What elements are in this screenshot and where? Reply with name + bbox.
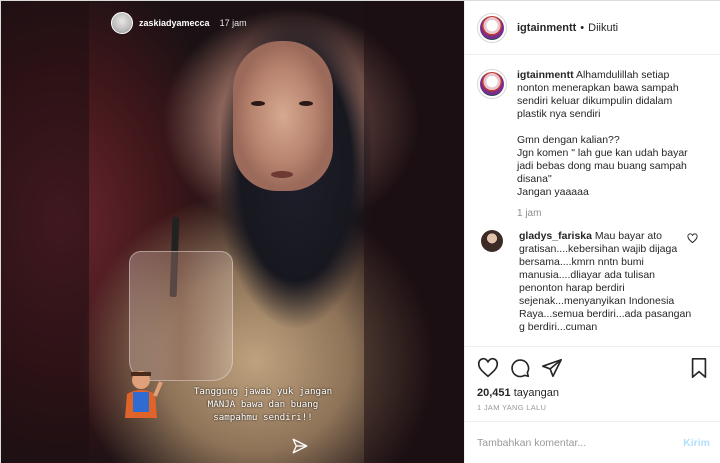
add-comment-bar: Kirim	[465, 421, 720, 463]
share-icon[interactable]	[541, 357, 563, 379]
caption-username[interactable]: igtainmentt	[517, 69, 574, 81]
post-details-panel: igtainmentt • Diikuti igtainmentt Alhamd…	[464, 1, 720, 463]
person-face	[233, 41, 333, 191]
comment-icon[interactable]	[509, 357, 531, 379]
follow-status[interactable]: Diikuti	[588, 22, 618, 34]
action-bar: 20,451 tayangan	[465, 346, 720, 406]
commenter-avatar[interactable]	[481, 230, 503, 252]
comment-input[interactable]	[477, 437, 684, 449]
heart-icon[interactable]	[477, 357, 499, 379]
views-number: 20,451	[477, 387, 511, 399]
comment-text: Mau bayar ato gratisan....kebersihan waj…	[519, 230, 692, 333]
cartoon-sticker-icon	[125, 371, 163, 418]
comment-username[interactable]: gladys_fariska	[519, 230, 592, 242]
list-item: gladys_fariska Mau bayar ato gratisan...…	[477, 230, 710, 334]
post-comment-button[interactable]: Kirim	[683, 437, 710, 449]
avatar[interactable]	[477, 12, 507, 43]
story-caption: Tanggung jawab yuk jangan MANJA bawa dan…	[193, 386, 333, 423]
caption-time[interactable]: 1 jam	[517, 207, 693, 220]
story-avatar[interactable]	[111, 12, 133, 34]
caption-comment: igtainmentt Alhamdulillah setiap nonton …	[477, 69, 710, 220]
posted-time[interactable]: 1 JAM YANG LALU	[477, 403, 546, 412]
separator-dot: •	[580, 21, 585, 34]
views-label: tayangan	[513, 387, 559, 399]
avatar[interactable]	[477, 69, 507, 99]
like-comment-heart-icon[interactable]	[687, 233, 698, 244]
story-header: zaskiadyamecca 17 jam	[111, 12, 247, 34]
story-video[interactable]: zaskiadyamecca 17 jam Tanggung jawab yuk…	[1, 1, 464, 463]
caption-text: Alhamdulillah setiap nonton menerapkan b…	[517, 69, 688, 198]
post-modal: zaskiadyamecca 17 jam Tanggung jawab yuk…	[0, 0, 720, 463]
story-time: 17 jam	[219, 18, 247, 28]
send-icon[interactable]	[291, 437, 309, 455]
story-username[interactable]: zaskiadyamecca	[139, 18, 210, 28]
comments-section[interactable]: igtainmentt Alhamdulillah setiap nonton …	[465, 56, 720, 346]
post-header: igtainmentt • Diikuti	[465, 1, 720, 55]
post-username[interactable]: igtainmentt	[517, 22, 576, 34]
views-count[interactable]: 20,451 tayangan	[477, 387, 710, 399]
drink-cup	[129, 251, 233, 381]
bookmark-icon[interactable]	[688, 357, 710, 379]
